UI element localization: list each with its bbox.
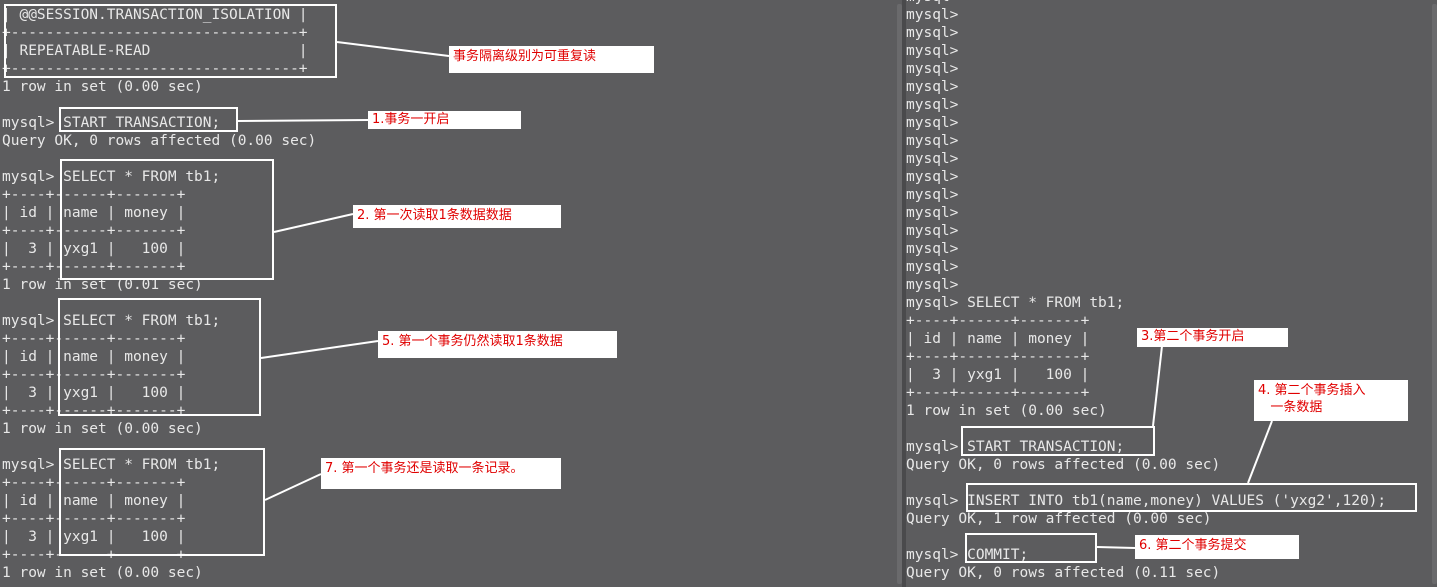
right-terminal-line: mysql> [906, 259, 959, 275]
right-terminal-line: mysql> [906, 187, 959, 203]
right-terminal-line: mysql> [906, 277, 959, 293]
left-terminal-line: mysql> SELECT * FROM tb1; [2, 313, 221, 329]
right-terminal-line: mysql> SELECT * FROM tb1; [906, 295, 1125, 311]
right-terminal-line: Query OK, 1 row affected (0.00 sec) [906, 511, 1212, 527]
right-terminal-line: mysql> [906, 25, 959, 41]
callout-step1-transaction-start: 1.事务一开启 [368, 111, 521, 129]
left-terminal-line: 1 row in set (0.00 sec) [2, 565, 203, 581]
left-terminal-line: 1 row in set (0.00 sec) [2, 79, 203, 95]
right-terminal-line [906, 474, 1386, 492]
left-terminal-line [2, 150, 316, 168]
left-terminal-line: | REPEATABLE-READ | [2, 43, 308, 59]
right-terminal-line: mysql> [906, 169, 959, 185]
left-terminal-line: +----+------+-------+ [2, 259, 186, 275]
right-terminal-line: mysql> [906, 7, 959, 23]
left-terminal-line: | id | name | money | [2, 493, 186, 509]
right-terminal-line: mysql> INSERT INTO tb1(name,money) VALUE… [906, 493, 1387, 509]
left-terminal-line: | 3 | yxg1 | 100 | [2, 241, 186, 257]
right-terminal-output: mysql> mysql> mysql> mysql> mysql> mysql> mysq… [906, 0, 1386, 582]
callout-isolation-level: 事务隔离级别为可重复读 [449, 46, 654, 73]
right-terminal-line: mysql> [906, 151, 959, 167]
right-terminal-line: +----+------+-------+ [906, 349, 1090, 365]
right-terminal-line: mysql> [906, 133, 959, 149]
right-terminal-line: mysql> [906, 61, 959, 77]
left-terminal-line: mysql> START TRANSACTION; [2, 115, 221, 131]
right-terminal-line: mysql> START TRANSACTION; [906, 439, 1125, 455]
left-terminal-line [2, 438, 316, 456]
left-terminal-line: | 3 | yxg1 | 100 | [2, 385, 186, 401]
right-terminal-line: mysql> [906, 79, 959, 95]
callout-step5-still-one-row: 5. 第一个事务仍然读取1条数据 [378, 331, 617, 358]
left-terminal-line [2, 96, 316, 114]
right-scrollbar[interactable] [1432, 4, 1437, 584]
left-terminal-line: | id | name | money | [2, 205, 186, 221]
left-terminal-line: | id | name | money | [2, 349, 186, 365]
left-terminal-line: +----+------+-------+ [2, 403, 186, 419]
left-terminal-line: +----+------+-------+ [2, 187, 186, 203]
right-terminal-line: mysql> [906, 223, 959, 239]
right-terminal-line: Query OK, 0 rows affected (0.11 sec) [906, 565, 1221, 581]
right-terminal-line: Query OK, 0 rows affected (0.00 sec) [906, 457, 1221, 473]
left-terminal-line: +----+------+-------+ [2, 547, 186, 563]
callout-step4-second-insert: 4. 第二个事务插入 一条数据 [1254, 380, 1408, 421]
right-terminal-line: mysql> [906, 241, 959, 257]
left-terminal-line: +---------------------------------+ [2, 61, 308, 77]
callout-step2-first-read: 2. 第一次读取1条数据数据 [353, 205, 561, 228]
callout-step3-second-transaction-start: 3.第二个事务开启 [1137, 328, 1288, 347]
right-terminal-line: mysql> [906, 43, 959, 59]
left-terminal-line: Query OK, 0 rows affected (0.00 sec) [2, 133, 317, 149]
right-terminal-line: mysql> [906, 205, 959, 221]
right-terminal-pane[interactable]: mysql> mysql> mysql> mysql> mysql> mysql> mysq… [906, 0, 1437, 587]
left-terminal-pane[interactable]: | @@SESSION.TRANSACTION_ISOLATION | +----… [0, 0, 902, 587]
left-scrollbar[interactable] [897, 4, 902, 584]
left-terminal-line: mysql> SELECT * FROM tb1; [2, 457, 221, 473]
right-terminal-line [906, 420, 1386, 438]
left-terminal-line: +----+------+-------+ [2, 223, 186, 239]
callout-step6-second-commit: 6. 第二个事务提交 [1135, 535, 1299, 559]
left-terminal-line: +----+------+-------+ [2, 511, 186, 527]
left-terminal-line: +----+------+-------+ [2, 475, 186, 491]
left-terminal-line: +----+------+-------+ [2, 331, 186, 347]
left-terminal-line: +---------------------------------+ [2, 25, 308, 41]
left-terminal-line: | @@SESSION.TRANSACTION_ISOLATION | [2, 7, 308, 23]
left-terminal-line: mysql> SELECT * FROM tb1; [2, 169, 221, 185]
left-terminal-output: | @@SESSION.TRANSACTION_ISOLATION | +----… [2, 6, 316, 582]
right-terminal-line: mysql> [906, 115, 959, 131]
left-terminal-line: 1 row in set (0.00 sec) [2, 421, 203, 437]
left-terminal-line: 1 row in set (0.01 sec) [2, 277, 203, 293]
right-terminal-line: mysql> [906, 97, 959, 113]
left-terminal-line: +----+------+-------+ [2, 367, 186, 383]
left-terminal-line [2, 294, 316, 312]
left-terminal-line: | 3 | yxg1 | 100 | [2, 529, 186, 545]
callout-step7-still-one-record: 7. 第一个事务还是读取一条记录。 [321, 458, 561, 489]
